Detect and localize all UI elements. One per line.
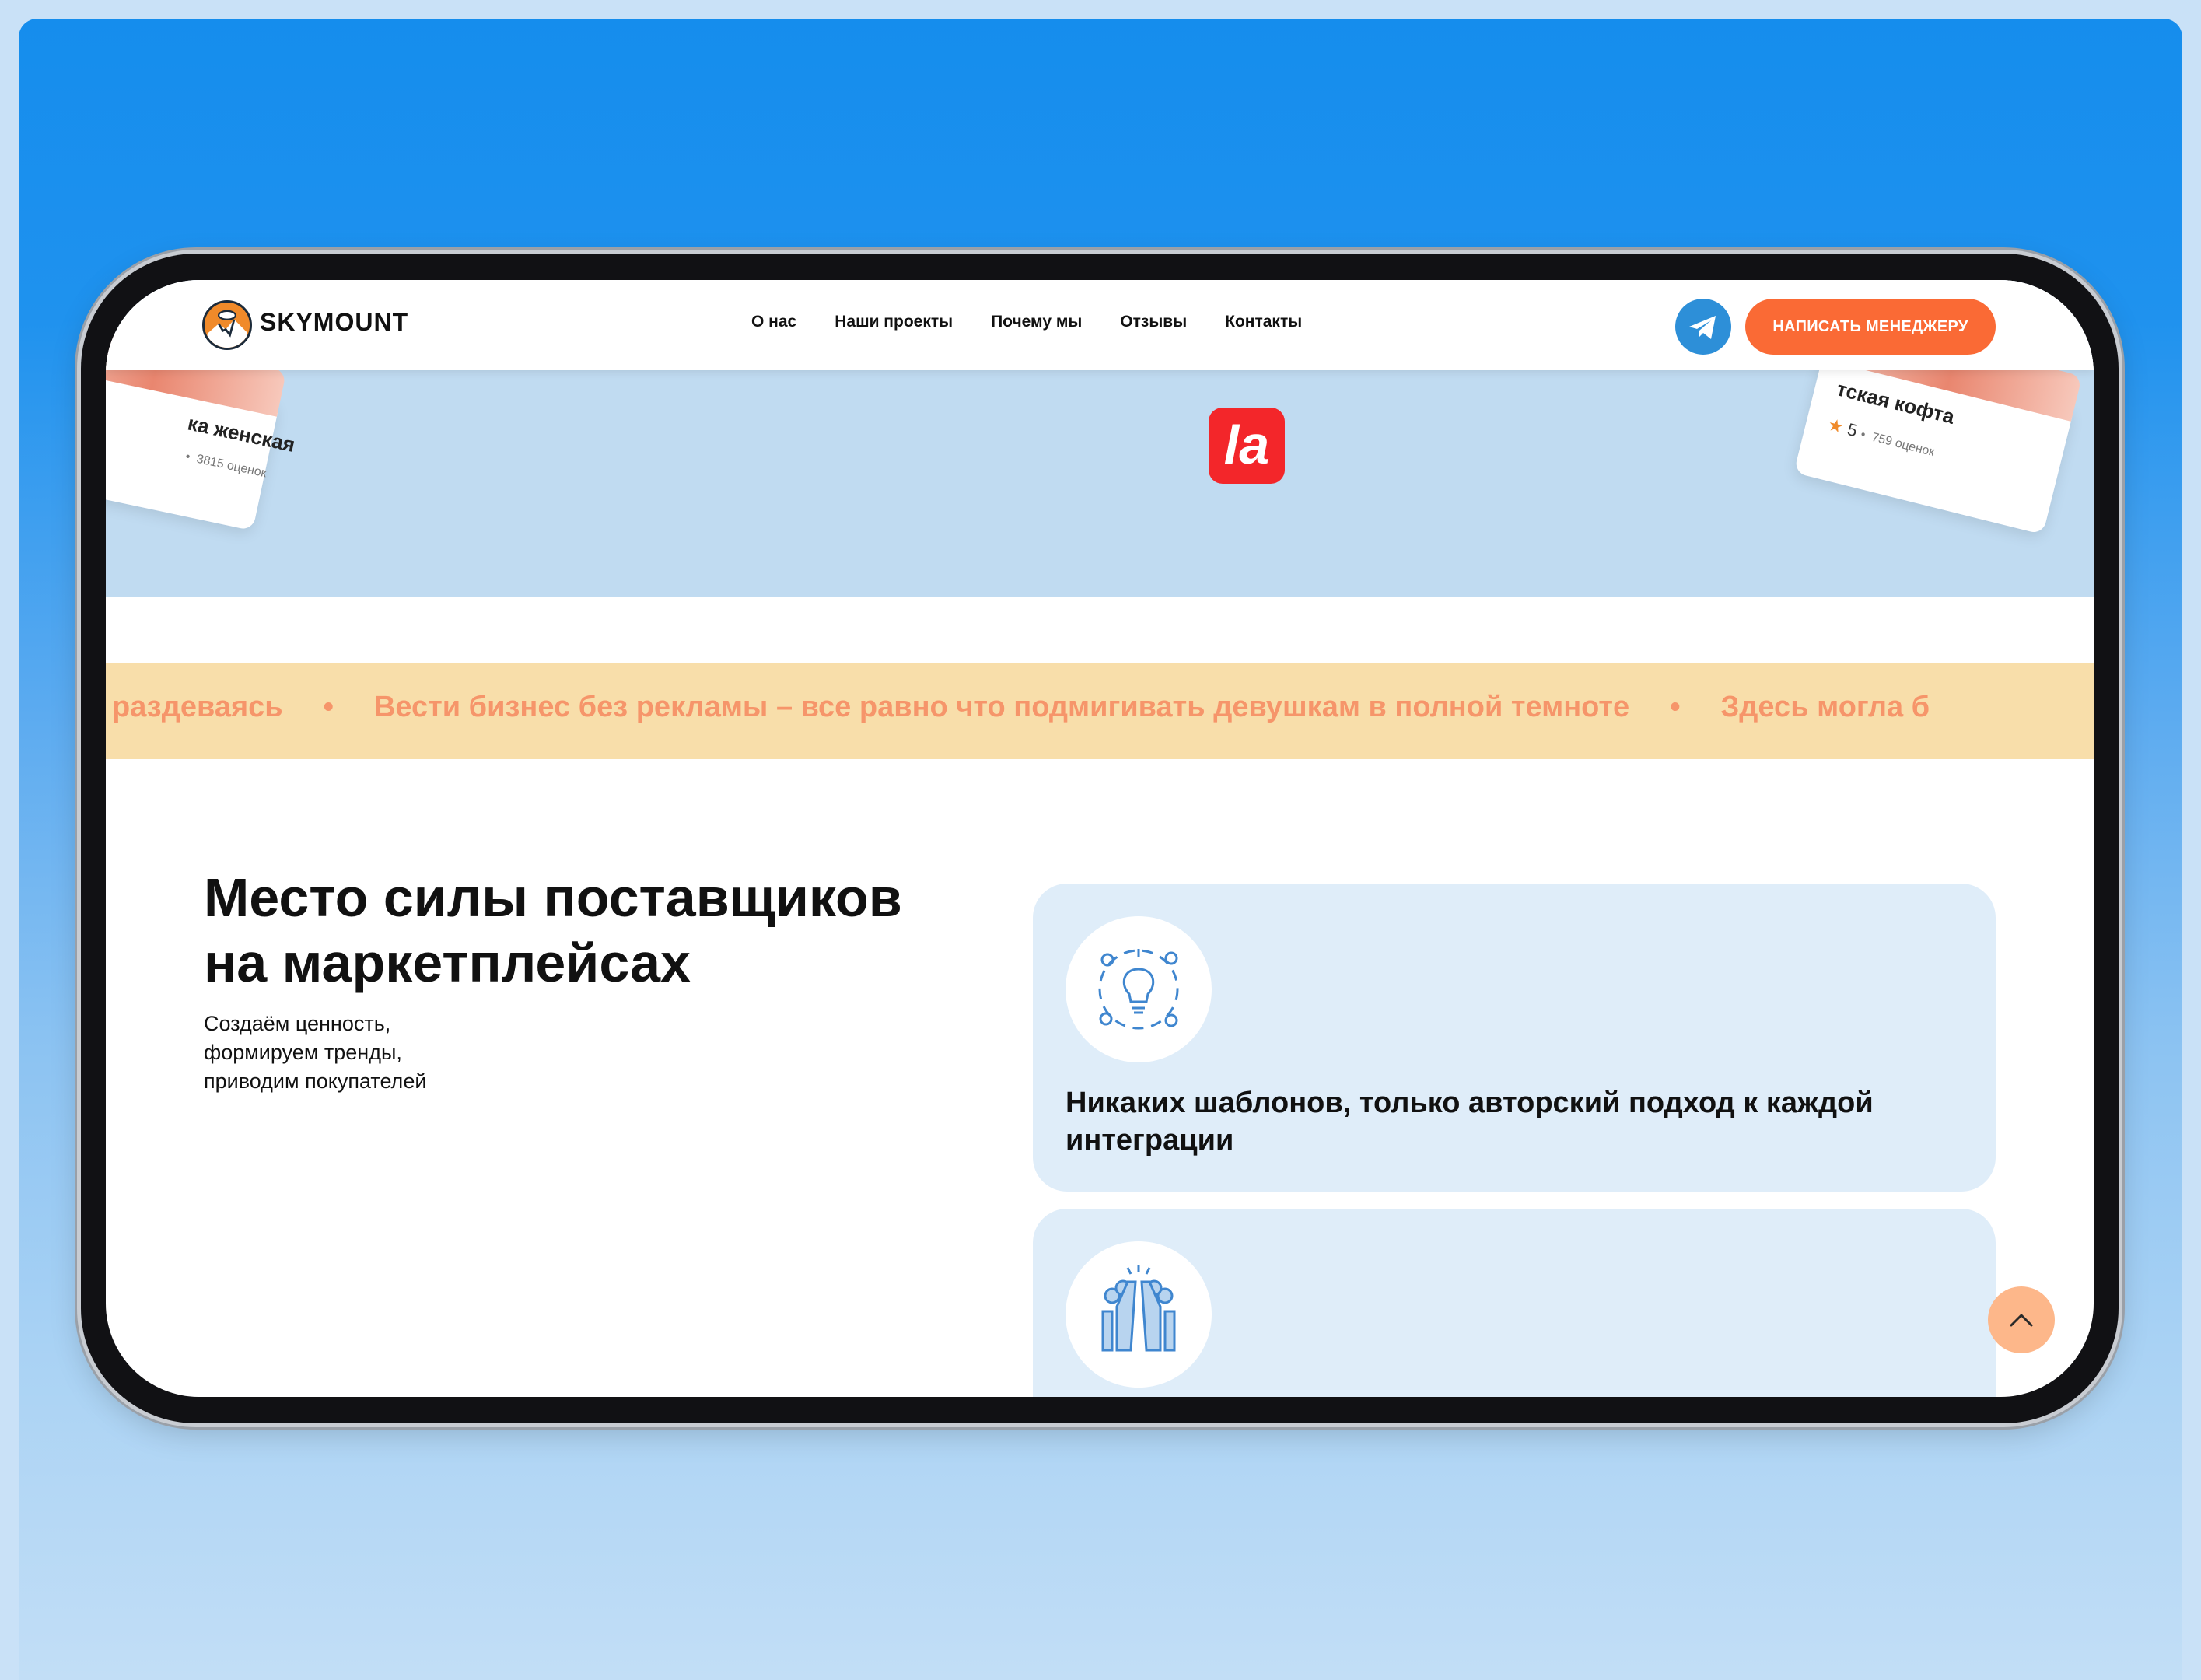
subtitle-line: Создаём ценность,	[204, 1012, 391, 1035]
site-header: SKYMOUNT О нас Наши проекты Почему мы От…	[106, 280, 2094, 370]
page-title: Место силы поставщиков на маркетплейсах	[204, 865, 1059, 996]
title-line: на маркетплейсах	[204, 933, 691, 993]
subtitle-line: приводим покупателей	[204, 1069, 427, 1093]
feature-icon-wrap	[1066, 916, 1212, 1062]
product-card-left[interactable]: ка женская • 3815 оценок	[106, 317, 297, 531]
product-title: ка женская	[185, 411, 297, 457]
marquee-track: раздеваясь • Вести бизнес без рекламы – вс…	[112, 691, 1930, 724]
lightbulb-icon	[1098, 949, 1179, 1030]
rating-value: 5	[1845, 419, 1860, 441]
page-subtitle: Создаём ценность, формируем тренды, прив…	[204, 1010, 426, 1096]
product-meta: • 3815 оценок	[184, 450, 268, 481]
subtitle-line: формируем тренды,	[204, 1041, 402, 1064]
tablet-frame: ка женская • 3815 оценок la тская кофта …	[81, 254, 2119, 1423]
scroll-to-top-button[interactable]	[1988, 1286, 2055, 1353]
high-five-icon	[1101, 1265, 1176, 1352]
title-line: Место силы поставщиков	[204, 867, 902, 928]
feature-icon-wrap	[1066, 1241, 1212, 1388]
marketplace-app-icon[interactable]: la	[1209, 408, 1285, 484]
marquee-banner: раздеваясь • Вести бизнес без рекламы – вс…	[106, 663, 2094, 759]
write-manager-button[interactable]: НАПИСАТЬ МЕНЕДЖЕРУ	[1745, 299, 1996, 355]
main-nav: О нас Наши проекты Почему мы Отзывы Конт…	[751, 313, 1340, 331]
reviews-count: 759 оценок	[1870, 430, 1937, 460]
marquee-separator: •	[323, 691, 334, 723]
nav-item-about[interactable]: О нас	[751, 313, 796, 331]
chevron-up-icon	[2010, 1314, 2033, 1327]
telegram-button[interactable]	[1675, 299, 1731, 355]
skymount-logo-icon[interactable]	[202, 300, 252, 350]
marquee-item: раздеваясь	[112, 691, 283, 723]
marquee-item: Вести бизнес без рекламы – все равно что…	[373, 691, 1630, 723]
star-icon: ★	[1825, 414, 1846, 437]
nav-item-why-us[interactable]: Почему мы	[991, 313, 1082, 331]
product-card-right[interactable]: тская кофта ★5• 759 оценок	[1793, 313, 2083, 535]
nav-item-projects[interactable]: Наши проекты	[835, 313, 953, 331]
feature-card: М	[1033, 1209, 1996, 1397]
telegram-icon	[1689, 316, 1716, 339]
logo-text[interactable]: SKYMOUNT	[260, 308, 408, 337]
reviews-count: 3815 оценок	[195, 452, 268, 481]
nav-item-reviews[interactable]: Отзывы	[1120, 313, 1187, 331]
marquee-item: Здесь могла б	[1720, 691, 1930, 723]
nav-item-contacts[interactable]: Контакты	[1225, 313, 1302, 331]
marquee-separator: •	[1670, 691, 1681, 723]
feature-card: Никаких шаблонов, только авторский подхо…	[1033, 884, 1996, 1192]
tablet-screen: ка женская • 3815 оценок la тская кофта …	[106, 280, 2094, 1397]
feature-text: Никаких шаблонов, только авторский подхо…	[1066, 1087, 1874, 1157]
